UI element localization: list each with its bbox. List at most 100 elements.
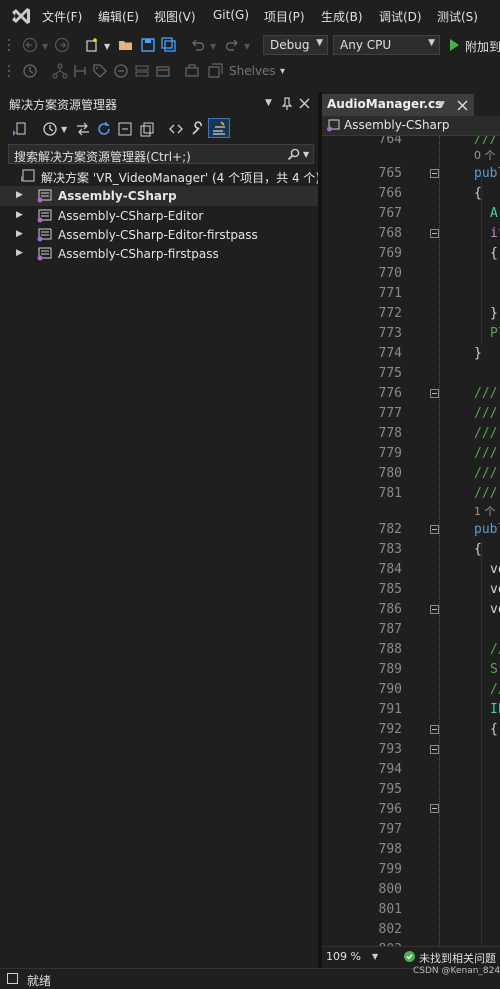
stash-icon[interactable] bbox=[155, 63, 171, 79]
undo-dropdown-icon[interactable]: ▼ bbox=[210, 42, 216, 51]
line-number: 788 bbox=[378, 642, 402, 657]
save-icon[interactable] bbox=[140, 37, 156, 53]
shelves-button[interactable]: Shelves bbox=[229, 64, 276, 78]
zoom-level[interactable]: 109 % bbox=[326, 950, 361, 963]
window-position-dropdown-icon[interactable]: ▼ bbox=[265, 98, 272, 108]
editor-navigation-bar[interactable]: Assembly-CSharp bbox=[322, 116, 500, 136]
menu-project[interactable]: 项目(P) bbox=[264, 8, 305, 25]
history-clock-icon[interactable] bbox=[22, 63, 38, 79]
new-project-icon[interactable] bbox=[84, 37, 100, 53]
pending-changes-filter-icon[interactable] bbox=[42, 121, 58, 137]
visual-studio-logo-icon[interactable] bbox=[10, 6, 32, 26]
code-fragment: if bbox=[490, 226, 500, 241]
compare-icon[interactable] bbox=[134, 63, 150, 79]
expand-arrow-icon[interactable]: ▶ bbox=[16, 190, 23, 200]
solution-node[interactable]: 解决方案 'VR_VideoManager' (4 个项目，共 4 个) bbox=[0, 166, 320, 186]
code-fragment: /// bbox=[474, 136, 498, 147]
redo-icon[interactable] bbox=[224, 37, 240, 53]
close-icon[interactable] bbox=[299, 98, 310, 109]
menu-build[interactable]: 生成(B) bbox=[321, 8, 363, 25]
fold-toggle-icon[interactable] bbox=[430, 605, 439, 614]
line-number: 777 bbox=[378, 406, 402, 421]
tab-dropdown-icon[interactable]: ▼ bbox=[438, 100, 445, 110]
new-project-dropdown-icon[interactable]: ▼ bbox=[104, 42, 110, 51]
codelens-references[interactable]: 0 个 bbox=[474, 147, 496, 163]
start-play-icon[interactable] bbox=[446, 37, 462, 53]
issues-indicator[interactable]: 未找到相关问题 bbox=[419, 950, 496, 966]
line-number: 801 bbox=[378, 902, 402, 917]
expand-arrow-icon[interactable]: ▶ bbox=[16, 229, 23, 239]
collapse-all-icon[interactable] bbox=[117, 121, 133, 137]
no-issues-check-icon bbox=[404, 951, 415, 962]
line-number: 766 bbox=[378, 186, 402, 201]
codelens-references[interactable]: 1 个 bbox=[474, 503, 496, 519]
switch-views-icon[interactable] bbox=[11, 121, 27, 137]
document-tab-audiomanager[interactable]: AudioManager.cs ▼ bbox=[322, 94, 474, 116]
fold-toggle-icon[interactable] bbox=[430, 169, 439, 178]
fold-toggle-icon[interactable] bbox=[430, 745, 439, 754]
shelve-icon[interactable] bbox=[184, 63, 200, 79]
show-all-files-icon[interactable] bbox=[139, 121, 155, 137]
git-graph-icon[interactable] bbox=[72, 63, 88, 79]
menu-file[interactable]: 文件(F) bbox=[42, 8, 82, 25]
back-dropdown-icon[interactable]: ▼ bbox=[42, 42, 48, 51]
line-number: 782 bbox=[378, 522, 402, 537]
menu-view[interactable]: 视图(V) bbox=[154, 8, 196, 25]
fold-toggle-icon[interactable] bbox=[430, 725, 439, 734]
filter-dropdown-icon[interactable]: ▼ bbox=[61, 125, 67, 134]
code-fragment: Pl bbox=[490, 326, 500, 341]
revert-icon[interactable] bbox=[113, 63, 129, 79]
properties-wrench-icon[interactable] bbox=[190, 121, 206, 137]
solution-explorer-search-input[interactable]: 搜索解决方案资源管理器(Ctrl+;) ▼ bbox=[8, 144, 314, 164]
menu-debug[interactable]: 调试(D) bbox=[379, 8, 422, 25]
redo-dropdown-icon[interactable]: ▼ bbox=[244, 42, 250, 51]
code-fragment: { bbox=[474, 542, 482, 557]
code-editor[interactable]: 764 765 766 767 768 769 770 771 772 773 774 775 776 7… bbox=[322, 136, 500, 946]
line-number: 794 bbox=[378, 762, 402, 777]
expand-arrow-icon[interactable]: ▶ bbox=[16, 210, 23, 220]
tree-item-assembly-csharp-editor-firstpass[interactable]: ▶ Assembly-CSharp-Editor-firstpass bbox=[0, 225, 318, 245]
fold-toggle-icon[interactable] bbox=[430, 525, 439, 534]
shelves-icon[interactable] bbox=[207, 63, 223, 79]
code-fragment: /// bbox=[474, 446, 498, 461]
navigate-back-icon[interactable] bbox=[22, 37, 38, 53]
menu-edit[interactable]: 编辑(E) bbox=[98, 8, 139, 25]
code-fragment: } bbox=[490, 306, 498, 321]
fold-toggle-icon[interactable] bbox=[430, 389, 439, 398]
git-branch-icon[interactable] bbox=[52, 63, 68, 79]
close-tab-icon[interactable] bbox=[457, 100, 468, 111]
line-number: 785 bbox=[378, 582, 402, 597]
search-options-dropdown-icon[interactable]: ▼ bbox=[303, 150, 309, 159]
line-number: 802 bbox=[378, 922, 402, 937]
code-fragment: /// bbox=[474, 406, 498, 421]
open-folder-icon[interactable] bbox=[118, 37, 134, 53]
search-icon[interactable] bbox=[287, 148, 300, 161]
start-debug-button[interactable]: 附加到 bbox=[465, 38, 500, 55]
fold-toggle-icon[interactable] bbox=[430, 229, 439, 238]
tree-item-assembly-csharp[interactable]: ▶ Assembly-CSharp bbox=[0, 186, 318, 206]
menu-git[interactable]: Git(G) bbox=[213, 8, 249, 22]
code-fragment: { bbox=[490, 246, 498, 261]
navigate-forward-icon[interactable] bbox=[54, 37, 70, 53]
solution-platform-select[interactable]: Any CPU ▼ bbox=[333, 35, 440, 55]
expand-arrow-icon[interactable]: ▶ bbox=[16, 248, 23, 258]
code-fragment: /// bbox=[474, 426, 498, 441]
csharp-project-icon bbox=[37, 209, 52, 223]
tree-item-assembly-csharp-editor[interactable]: ▶ Assembly-CSharp-Editor bbox=[0, 206, 318, 226]
save-all-icon[interactable] bbox=[161, 37, 177, 53]
view-code-icon[interactable] bbox=[168, 121, 184, 137]
undo-icon[interactable] bbox=[190, 37, 206, 53]
code-fragment: // bbox=[490, 682, 500, 697]
tree-item-assembly-csharp-firstpass[interactable]: ▶ Assembly-CSharp-firstpass bbox=[0, 244, 318, 264]
refresh-icon[interactable] bbox=[96, 121, 112, 137]
pin-icon[interactable] bbox=[281, 97, 293, 111]
sync-with-active-document-icon[interactable] bbox=[75, 121, 91, 137]
tag-icon[interactable] bbox=[92, 63, 108, 79]
fold-toggle-icon[interactable] bbox=[430, 804, 439, 813]
toolbar-overflow-icon[interactable]: ▾ bbox=[280, 66, 285, 77]
line-number: 767 bbox=[378, 206, 402, 221]
solution-configuration-select[interactable]: Debug ▼ bbox=[263, 35, 328, 55]
menu-test[interactable]: 测试(S) bbox=[437, 8, 478, 25]
preview-selected-items-button[interactable] bbox=[208, 118, 230, 138]
zoom-dropdown-icon[interactable]: ▼ bbox=[372, 952, 378, 961]
